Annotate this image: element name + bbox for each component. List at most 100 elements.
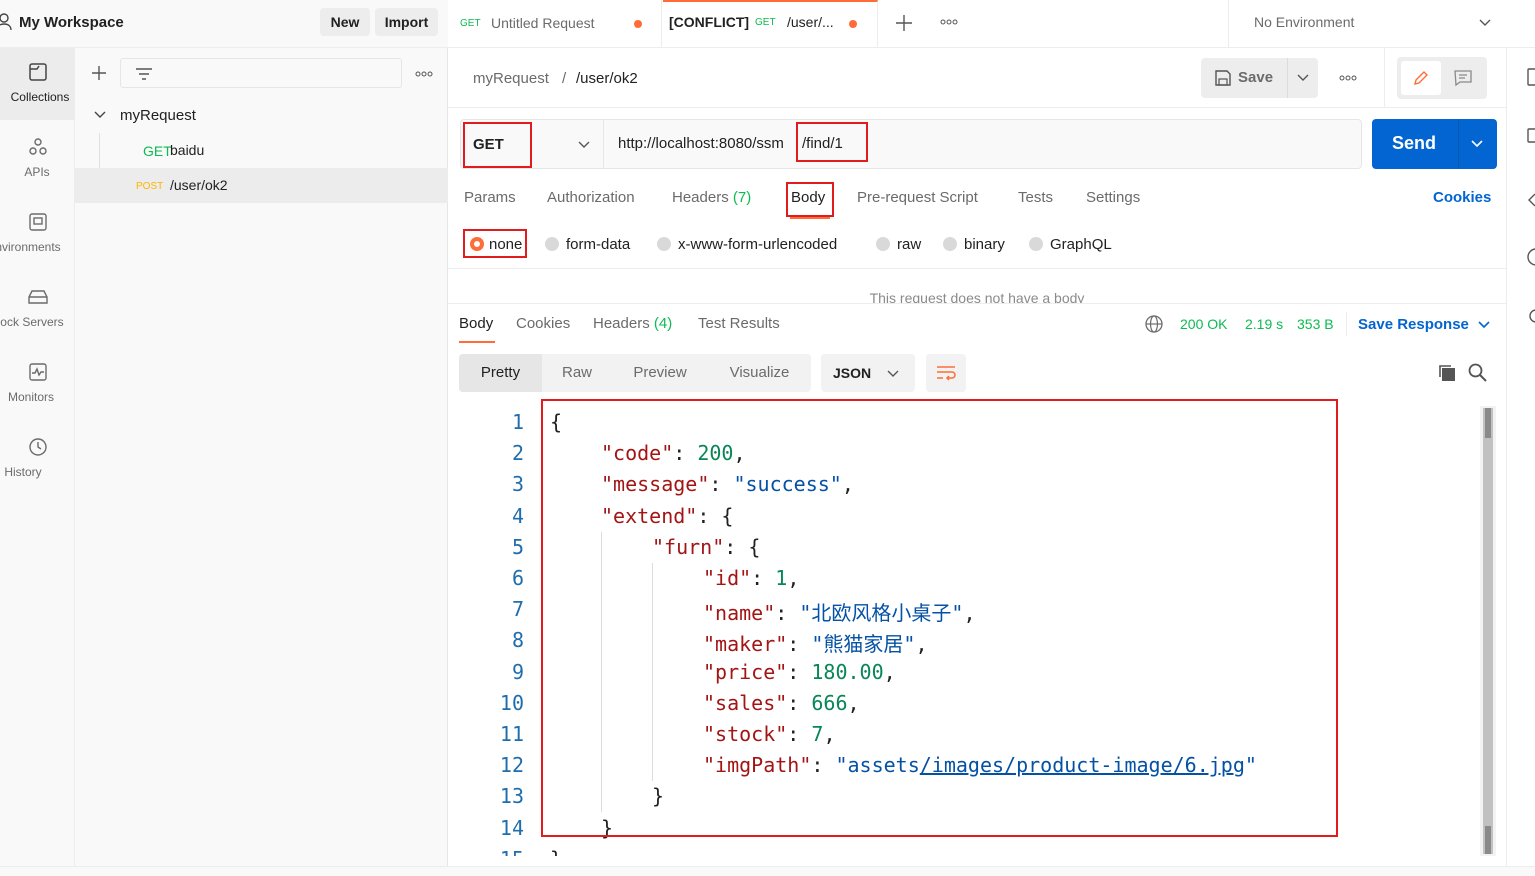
code-line: "furn": {	[652, 535, 760, 559]
rail-item-history[interactable]: History	[0, 423, 75, 495]
breadcrumb-parent[interactable]: myRequest	[473, 70, 549, 87]
breadcrumb-current[interactable]: /user/ok2	[576, 70, 638, 87]
request-item-selected[interactable]: POST /user/ok2	[75, 168, 448, 203]
info-icon[interactable]	[1527, 248, 1535, 266]
json-punct: :	[673, 441, 698, 466]
indent-guide	[652, 563, 653, 781]
tab-body[interactable]: Body	[791, 189, 825, 206]
view-raw[interactable]: Raw	[542, 354, 612, 392]
method-value: GET	[473, 136, 504, 153]
more-options-icon[interactable]	[1339, 75, 1357, 81]
response-tab-cookies[interactable]: Cookies	[516, 315, 570, 332]
code-line: "maker": "熊猫家居",	[703, 628, 928, 657]
rail-item-apis[interactable]: APIs	[0, 123, 75, 195]
import-button[interactable]: Import	[375, 8, 438, 36]
copy-icon[interactable]	[1437, 363, 1456, 382]
rail-item-monitors[interactable]: Monitors	[0, 348, 75, 420]
json-string: "	[1244, 753, 1257, 778]
radio-binary[interactable]: binary	[943, 236, 1005, 253]
comments-icon[interactable]	[1454, 69, 1472, 87]
response-time[interactable]: 2.19 s	[1245, 316, 1283, 332]
send-button[interactable]: Send	[1392, 133, 1436, 154]
response-tab-headers[interactable]: Headers (4)	[593, 315, 672, 332]
radio-none[interactable]: none	[470, 236, 522, 253]
tab-params[interactable]: Params	[464, 189, 516, 206]
json-string[interactable]: /images/product-image/6.jpg	[920, 753, 1245, 777]
radio-form-data[interactable]: form-data	[545, 236, 630, 253]
comments-icon[interactable]	[1527, 128, 1535, 146]
response-status[interactable]: 200 OK	[1180, 316, 1227, 332]
request-method: POST	[136, 181, 164, 192]
history-icon	[28, 438, 47, 456]
rail-item-mock-servers[interactable]: Mock Servers	[0, 273, 75, 345]
more-tabs-icon[interactable]	[940, 19, 958, 25]
chevron-down-icon[interactable]	[1478, 321, 1490, 329]
workspace-title[interactable]: My Workspace	[19, 14, 124, 31]
method-select[interactable]: GET	[461, 120, 604, 168]
radio-graphql[interactable]: GraphQL	[1029, 236, 1112, 253]
workspace-header: My Workspace New Import	[0, 0, 448, 48]
new-button[interactable]: New	[320, 8, 370, 36]
chevron-down-icon[interactable]	[1471, 140, 1483, 148]
chevron-down-icon[interactable]	[1297, 74, 1309, 82]
cookies-link[interactable]: Cookies	[1433, 189, 1491, 206]
save-response-button[interactable]: Save Response	[1358, 316, 1469, 333]
line-number: 10	[499, 690, 524, 715]
search-icon[interactable]	[1468, 363, 1487, 382]
tab-headers[interactable]: Headers (7)	[672, 189, 751, 206]
request-item[interactable]: GET baidu	[75, 133, 448, 168]
unsaved-dot	[634, 20, 642, 28]
documentation-icon[interactable]	[1527, 68, 1535, 86]
response-size[interactable]: 353 B	[1297, 316, 1334, 332]
code-line: "imgPath": "assets/images/product-image/…	[703, 753, 1257, 777]
response-tab-test-results[interactable]: Test Results	[698, 315, 780, 332]
rail-label: Environments	[0, 240, 61, 254]
format-select[interactable]: JSON	[821, 354, 915, 392]
filter-input[interactable]	[120, 58, 402, 88]
rail-item-environments[interactable]: Environments	[0, 198, 75, 270]
tab-authorization[interactable]: Authorization	[547, 189, 635, 206]
rail-item-collections[interactable]: Collections	[0, 48, 75, 120]
line-number: 12	[499, 753, 524, 778]
radio-raw[interactable]: raw	[876, 236, 921, 253]
new-tab-icon[interactable]	[895, 14, 913, 32]
json-number: 666	[811, 690, 848, 715]
view-pretty[interactable]: Pretty	[459, 354, 542, 392]
divider	[1287, 58, 1288, 98]
tab-tests[interactable]: Tests	[1018, 189, 1053, 206]
view-toggle	[1397, 57, 1487, 99]
radio-label: x-www-form-urlencoded	[678, 236, 838, 253]
radio-x-www-form-urlencoded[interactable]: x-www-form-urlencoded	[657, 236, 837, 253]
globe-icon[interactable]	[1145, 315, 1163, 333]
lightbulb-icon[interactable]	[1527, 308, 1535, 326]
tab-settings[interactable]: Settings	[1086, 189, 1140, 206]
line-number: 15	[458, 847, 524, 856]
view-preview[interactable]: Preview	[612, 354, 708, 392]
view-visualize[interactable]: Visualize	[708, 354, 811, 392]
line-number: 5	[511, 534, 524, 559]
json-punct: ,	[915, 632, 928, 657]
response-body-viewer[interactable]: 123456789101112131415 {"code": 200,"mess…	[458, 404, 1488, 856]
response-tab-body[interactable]: Body	[459, 315, 493, 332]
left-rail: Collections APIs Environments Mock Serve…	[0, 48, 75, 876]
vertical-scrollbar[interactable]	[1480, 406, 1496, 856]
json-key: "name"	[703, 601, 776, 626]
plus-icon[interactable]	[91, 65, 107, 81]
save-button[interactable]: Save	[1201, 58, 1287, 98]
json-key: "furn"	[652, 534, 725, 559]
tab-pre-request-script[interactable]: Pre-request Script	[857, 189, 978, 206]
tab-untitled-request[interactable]: GET Untitled Request	[448, 0, 662, 48]
edit-mode-button[interactable]	[1401, 61, 1441, 95]
tab-conflict-request[interactable]: [CONFLICT] GET /user/...	[663, 0, 878, 48]
json-number: 180.00	[811, 659, 884, 684]
more-options-icon[interactable]	[415, 71, 433, 77]
json-punct: : {	[697, 503, 734, 528]
code-icon[interactable]	[1527, 193, 1535, 207]
url-input[interactable]: http://localhost:8080/ssm /find/1	[605, 120, 1361, 168]
divider	[448, 303, 1506, 304]
json-punct: }	[550, 847, 562, 856]
collection-item[interactable]: myRequest	[75, 98, 448, 133]
environment-select[interactable]: No Environment	[1229, 0, 1499, 48]
scrollbar-thumb[interactable]	[1483, 408, 1493, 854]
wrap-lines-button[interactable]	[926, 354, 966, 392]
